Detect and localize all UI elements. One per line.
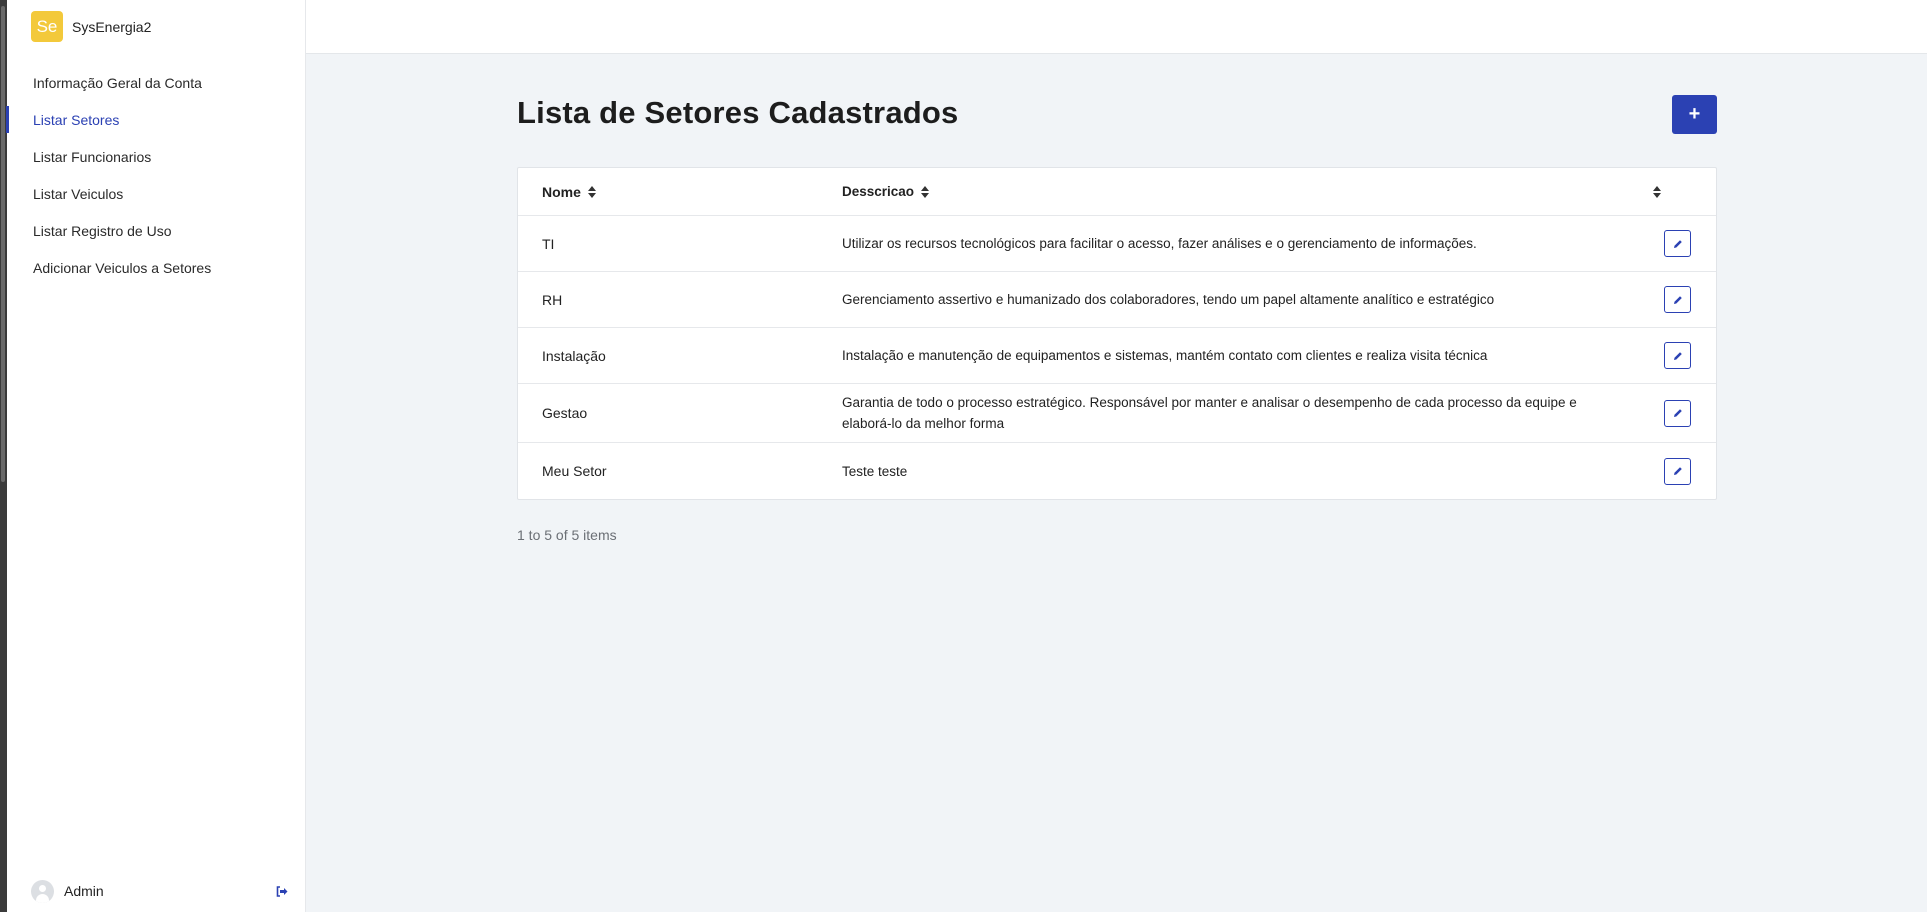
- cell-nome: Instalação: [542, 347, 606, 364]
- sidebar-item-adicionar-veiculos[interactable]: Adicionar Veiculos a Setores: [7, 249, 305, 286]
- pencil-icon: [1673, 295, 1682, 304]
- sidebar-item-label: Adicionar Veiculos a Setores: [33, 259, 212, 276]
- cell-nome: Meu Setor: [542, 463, 607, 479]
- cell-descricao: Utilizar os recursos tecnológicos para f…: [842, 236, 1477, 251]
- sidebar-item-label: Listar Setores: [33, 111, 120, 128]
- user-name: Admin: [64, 883, 104, 899]
- scrollbar-thumb[interactable]: [1, 6, 5, 482]
- setores-table: Nome Desscricao TI Utilizar os recursos …: [517, 167, 1717, 500]
- window-edge-scrollbar: [0, 0, 7, 912]
- add-setor-button[interactable]: +: [1672, 95, 1717, 134]
- sidebar-item-label: Listar Registro de Uso: [33, 222, 172, 239]
- sidebar-item-listar-registro-uso[interactable]: Listar Registro de Uso: [7, 212, 305, 249]
- edit-button[interactable]: [1664, 286, 1691, 313]
- pencil-icon: [1673, 409, 1682, 417]
- sidebar-item-listar-veiculos[interactable]: Listar Veiculos: [7, 175, 305, 212]
- sidebar-item-informacao-geral[interactable]: Informação Geral da Conta: [7, 64, 305, 101]
- user-avatar-icon: [31, 879, 54, 903]
- brand[interactable]: Se SysEnergia2: [31, 11, 151, 42]
- actions-sort-icon[interactable]: [1653, 185, 1661, 198]
- column-header-label: Nome: [542, 183, 581, 200]
- edit-button[interactable]: [1664, 457, 1691, 485]
- edit-button[interactable]: [1664, 230, 1691, 257]
- pencil-icon: [1673, 351, 1682, 360]
- sidebar: Se SysEnergia2 Informação Geral da Conta…: [6, 0, 306, 912]
- cell-nome: TI: [542, 235, 555, 252]
- table-row: RH Gerenciamento assertivo e humanizado …: [518, 272, 1716, 328]
- sidebar-nav: Informação Geral da Conta Listar Setores…: [6, 64, 305, 286]
- table-row: TI Utilizar os recursos tecnológicos par…: [518, 216, 1716, 272]
- edit-button[interactable]: [1664, 342, 1691, 369]
- sidebar-item-label: Listar Funcionarios: [33, 148, 152, 165]
- cell-descricao: Garantia de todo o processo estratégico.…: [842, 395, 1577, 431]
- cell-nome: Gestao: [542, 405, 588, 421]
- page-title: Lista de Setores Cadastrados: [517, 95, 959, 130]
- cell-descricao: Teste teste: [842, 463, 908, 479]
- cell-descricao: Gerenciamento assertivo e humanizado dos…: [842, 292, 1495, 307]
- edit-button[interactable]: [1664, 399, 1691, 427]
- brand-logo-badge: Se: [31, 11, 63, 42]
- brand-name: SysEnergia2: [72, 18, 152, 35]
- cell-nome: RH: [542, 291, 563, 308]
- pencil-icon: [1673, 239, 1682, 248]
- table-header-row: Nome Desscricao: [518, 168, 1716, 216]
- sidebar-item-label: Listar Veiculos: [33, 185, 124, 202]
- top-bar: [306, 0, 1927, 54]
- column-header-label: Desscricao: [842, 184, 915, 199]
- logout-icon[interactable]: [275, 884, 289, 898]
- sidebar-item-listar-setores[interactable]: Listar Setores: [6, 101, 305, 138]
- sidebar-item-label: Informação Geral da Conta: [33, 74, 202, 91]
- column-header-descricao[interactable]: Desscricao: [842, 181, 930, 202]
- cell-descricao: Instalação e manutenção de equipamentos …: [842, 348, 1488, 363]
- table-row: Meu Setor Teste teste: [518, 443, 1716, 499]
- sort-icon: [921, 185, 930, 198]
- sidebar-item-listar-funcionarios[interactable]: Listar Funcionarios: [7, 138, 305, 175]
- user-footer: Admin: [31, 879, 289, 903]
- column-header-nome[interactable]: Nome: [542, 184, 596, 200]
- pagination-summary: 1 to 5 of 5 items: [517, 527, 617, 543]
- pencil-icon: [1673, 467, 1682, 475]
- table-row: Gestao Garantia de todo o processo estra…: [518, 384, 1716, 443]
- table-row: Instalação Instalação e manutenção de eq…: [518, 328, 1716, 384]
- sort-icon: [587, 185, 596, 198]
- plus-icon: +: [1688, 103, 1701, 125]
